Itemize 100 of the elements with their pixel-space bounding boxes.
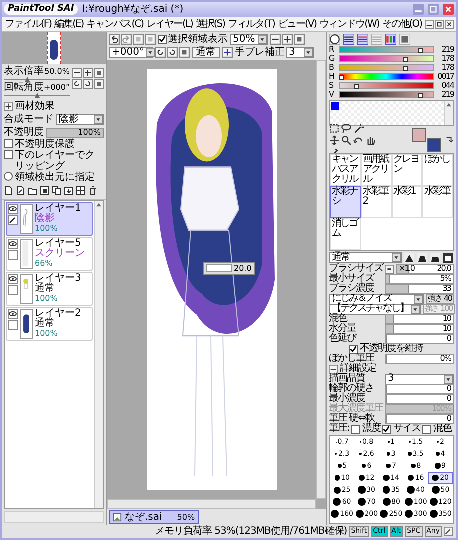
rotate-left-icon[interactable] (72, 79, 82, 89)
reset-icon[interactable] (294, 34, 305, 45)
scrollbar[interactable] (107, 499, 316, 509)
slider-track[interactable] (4, 77, 70, 82)
menu-item[interactable]: ビュー(V) (276, 18, 318, 30)
brush-shape-icon[interactable] (443, 252, 454, 262)
plus-icon[interactable] (4, 102, 13, 111)
eye-icon[interactable] (8, 239, 18, 249)
brush-shape-icon[interactable] (404, 252, 415, 262)
checkbox[interactable] (382, 424, 392, 434)
menu-item[interactable]: その他(O) (381, 18, 423, 30)
color-mode-icon[interactable] (329, 34, 341, 44)
magnifier-icon[interactable] (341, 134, 352, 146)
slider-thumb[interactable] (418, 93, 423, 98)
reset-icon[interactable] (179, 47, 190, 58)
caret-icon[interactable] (304, 48, 313, 57)
empty-toggle-icon[interactable] (8, 250, 18, 260)
selection-icon[interactable] (329, 122, 340, 134)
size-toggle-icon[interactable] (385, 264, 394, 274)
slider-thumb[interactable] (338, 75, 344, 80)
menu-item[interactable]: 選択(S) (194, 18, 226, 30)
setting-slider[interactable]: 10 (385, 324, 454, 334)
trash-icon[interactable] (88, 186, 98, 196)
zoom-in-icon[interactable] (83, 68, 93, 78)
setting-slider[interactable]: 5% (385, 274, 454, 284)
setting-slider[interactable]: 33 (385, 284, 454, 294)
move-icon[interactable] (329, 134, 340, 146)
mask-icon[interactable] (40, 186, 50, 196)
setting-slider[interactable]: 0 (385, 334, 454, 344)
quality-dropdown[interactable]: 3 (385, 374, 454, 384)
scrollbar[interactable] (4, 511, 104, 523)
scroll-up-icon[interactable] (445, 101, 453, 109)
main-color-swatch[interactable] (412, 128, 426, 142)
zoom-out-icon[interactable] (270, 34, 281, 45)
brush-tool[interactable]: ぼかし (422, 154, 453, 186)
color-slider[interactable] (339, 64, 434, 71)
brush-tool[interactable]: 水彩筆 (422, 186, 453, 218)
brush-tool[interactable]: 水彩ナシ (330, 186, 361, 218)
layer-row[interactable]: レイヤー5 スクリーン 66% (6, 237, 93, 271)
caret-icon[interactable] (444, 374, 453, 384)
color-slider[interactable] (339, 82, 434, 89)
hand-icon[interactable] (365, 134, 376, 146)
slider-thumb[interactable] (418, 48, 423, 53)
scrollbar[interactable] (444, 101, 453, 125)
file-tab[interactable]: なぞ.sai 50% (109, 510, 200, 524)
checkbox[interactable] (349, 344, 358, 354)
brush-tool[interactable]: 画用紙アクリル (360, 154, 392, 186)
checkbox[interactable] (4, 150, 13, 159)
empty-toggle-icon[interactable] (8, 285, 18, 295)
pen-icon[interactable] (8, 215, 18, 225)
setting-slider[interactable]: 0% (385, 354, 454, 364)
caret-icon[interactable] (146, 48, 156, 57)
caret-icon[interactable] (392, 253, 401, 262)
brush-tool[interactable]: クレヨン (392, 154, 422, 186)
color-mode-icon[interactable] (399, 34, 411, 44)
setting-slider[interactable]: 0 (385, 414, 454, 424)
setting-slider[interactable]: 10 (385, 314, 454, 324)
stabilizer-dropdown[interactable]: 3 (286, 47, 314, 58)
rotate-right-icon[interactable] (83, 79, 93, 89)
radio-button[interactable] (4, 172, 13, 181)
color-slider[interactable] (339, 46, 434, 53)
slider-thumb[interactable] (403, 57, 408, 62)
menu-item[interactable]: フィルタ(T) (227, 18, 276, 30)
lasso-icon[interactable] (341, 122, 352, 134)
magic-wand-icon[interactable] (353, 122, 364, 134)
color-mode-icon[interactable] (357, 34, 369, 44)
undo-icon[interactable] (109, 34, 120, 45)
brush-tool[interactable]: 水彩1 (392, 186, 422, 218)
new-file-icon[interactable] (4, 186, 14, 196)
folder-icon[interactable] (28, 186, 38, 196)
scroll-up-icon[interactable] (95, 201, 103, 209)
caret-icon[interactable] (410, 304, 420, 314)
menu-item[interactable]: レイヤー(L) (145, 18, 194, 30)
brush-size-slider[interactable]: ×1.0 20.0 (396, 264, 454, 274)
color-mode-icon[interactable] (371, 34, 383, 44)
grid-icon[interactable] (76, 186, 86, 196)
file-edit-icon[interactable] (16, 186, 26, 196)
rotate-left-icon[interactable] (155, 47, 166, 58)
eye-icon[interactable] (8, 204, 18, 214)
close-icon[interactable] (445, 20, 454, 28)
checkbox[interactable] (422, 424, 432, 434)
strength-field[interactable]: 強さ 40 (426, 294, 454, 304)
caret-icon[interactable] (94, 115, 103, 124)
blend-mode-dropdown[interactable]: 陰影 (56, 114, 104, 125)
rotate-right-icon[interactable] (167, 47, 178, 58)
blend-mode-button[interactable]: 通常 (192, 47, 220, 58)
color-slider[interactable] (339, 73, 434, 80)
maximize-icon[interactable] (428, 4, 439, 15)
scrollbar[interactable] (316, 60, 326, 499)
color-slider[interactable] (339, 55, 434, 62)
menu-item[interactable]: ファイル(F) (4, 18, 53, 30)
caret-icon[interactable] (414, 294, 423, 304)
slider-thumb[interactable] (25, 77, 30, 82)
slider-thumb[interactable] (35, 93, 40, 98)
layer-row[interactable]: レイヤー2 通常 100% (6, 307, 93, 341)
menu-item[interactable]: ウィンドウ(W) (318, 18, 380, 30)
minimize-icon[interactable] (425, 20, 434, 28)
zoom-out-icon[interactable] (72, 68, 82, 78)
color-swatch[interactable] (331, 102, 339, 110)
color-mode-icon[interactable] (343, 34, 355, 44)
